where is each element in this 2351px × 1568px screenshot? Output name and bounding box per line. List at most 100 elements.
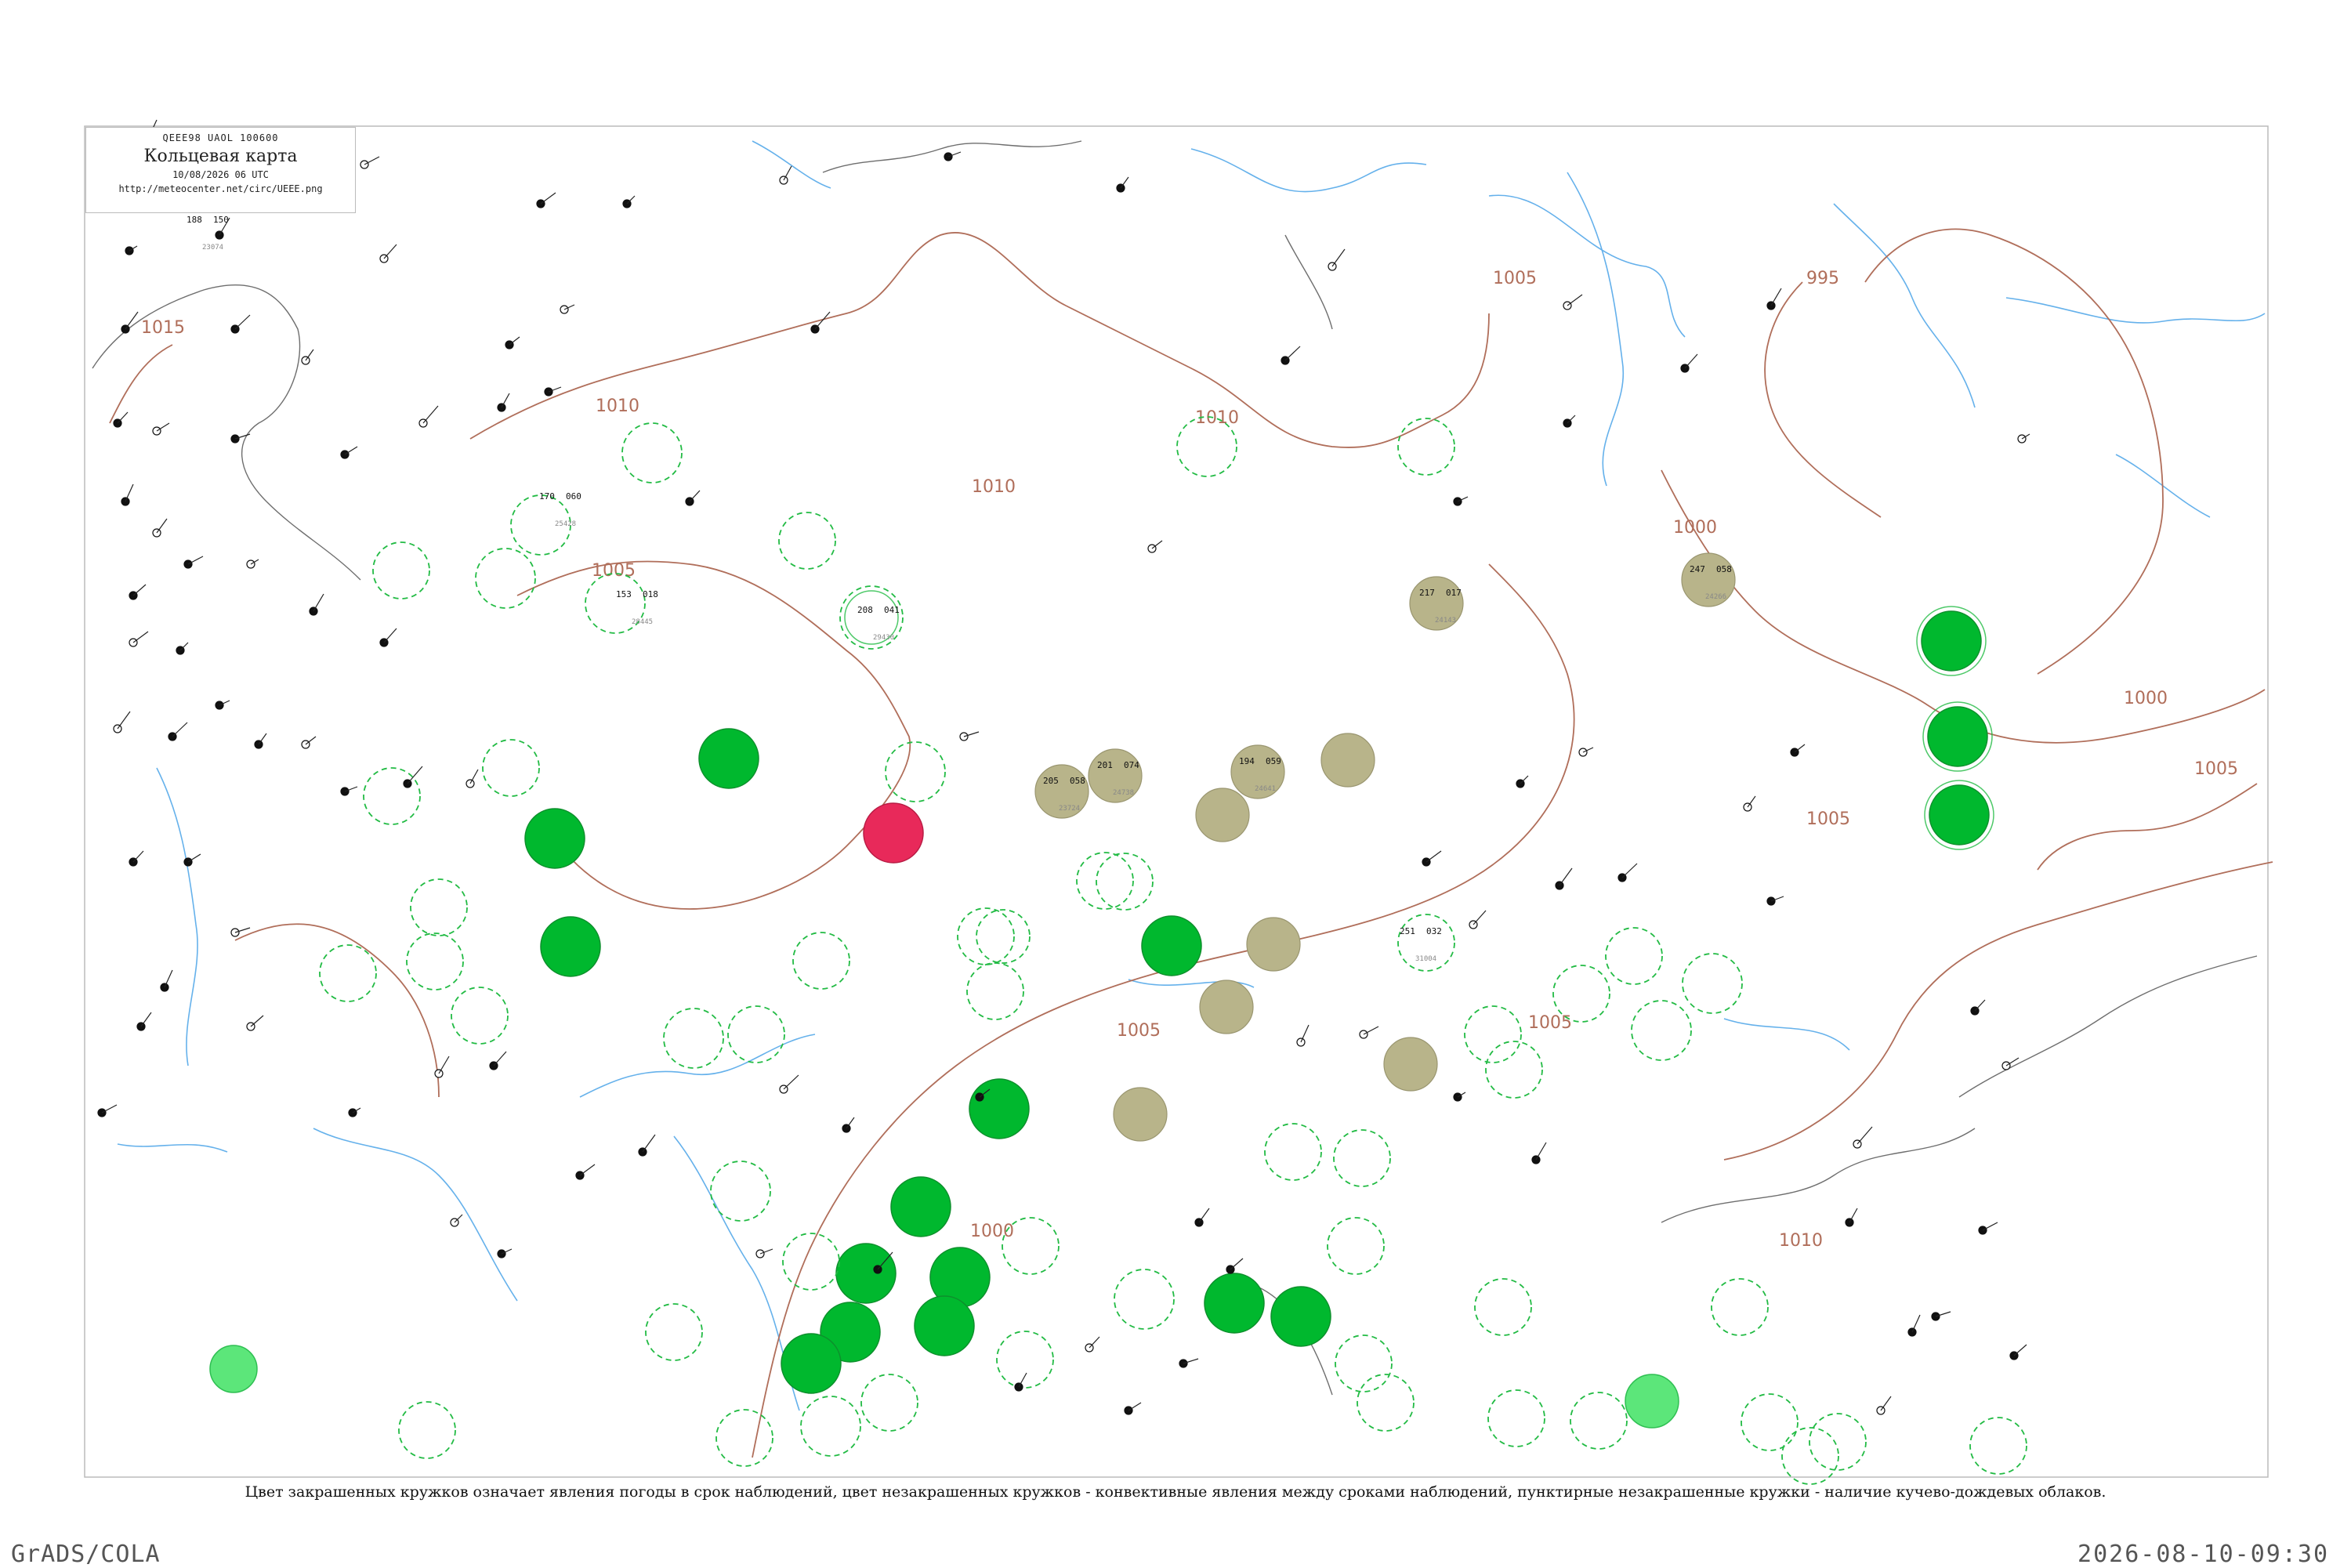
station-temp: 201 bbox=[1097, 760, 1113, 770]
isobar-label: 1005 bbox=[1806, 809, 1850, 829]
cb-ring bbox=[860, 1374, 918, 1432]
wind-shaft bbox=[101, 1104, 118, 1114]
wind-shaft bbox=[117, 711, 131, 730]
station-id: 24266 bbox=[1705, 593, 1726, 601]
isobar-label: 1000 bbox=[970, 1222, 1014, 1241]
station-pressure: 060 bbox=[566, 491, 581, 502]
station-pressure: 150 bbox=[213, 215, 229, 225]
cb-ring bbox=[1076, 852, 1134, 910]
cb-ring bbox=[1397, 418, 1455, 476]
station-temp: 170 bbox=[539, 491, 555, 502]
cb-ring bbox=[482, 739, 540, 797]
precip-circle bbox=[524, 808, 585, 869]
wind-shaft bbox=[1982, 1222, 1998, 1231]
wind-shaft bbox=[422, 405, 439, 424]
cb-ring bbox=[1969, 1417, 2027, 1475]
thunderstorm-circle bbox=[863, 802, 924, 864]
cb-ring bbox=[363, 767, 421, 825]
wind-shaft bbox=[493, 1051, 507, 1066]
wind-shaft bbox=[1857, 1126, 1873, 1145]
wind-shaft bbox=[2013, 1344, 2027, 1356]
cb-ring bbox=[1335, 1334, 1393, 1392]
cb-ring bbox=[475, 548, 536, 609]
station-id: 24143 bbox=[1435, 617, 1456, 625]
wind-shaft bbox=[383, 628, 397, 643]
station-pressure: 058 bbox=[1070, 776, 1085, 786]
wind-shaft bbox=[132, 631, 149, 643]
cb-ring bbox=[645, 1303, 703, 1361]
isobar-label: 1010 bbox=[1195, 408, 1239, 428]
wind-shaft bbox=[642, 1134, 656, 1153]
cb-ring bbox=[782, 1233, 840, 1291]
cb-ring bbox=[1327, 1217, 1385, 1275]
station-id: 24641 bbox=[1255, 785, 1276, 793]
precip-circle bbox=[1927, 706, 1988, 767]
map-url[interactable]: http://meteocenter.net/circ/UEEE.png bbox=[86, 183, 355, 194]
cb-ring bbox=[1809, 1413, 1867, 1471]
isobar-label: 1010 bbox=[972, 477, 1016, 497]
station-id: 23724 bbox=[1059, 805, 1080, 813]
station-pressure: 017 bbox=[1446, 588, 1462, 598]
wind-shaft bbox=[125, 483, 134, 502]
map-title: Кольцевая карта bbox=[143, 147, 298, 166]
light-precip-circle bbox=[1625, 1374, 1679, 1429]
station-temp: 194 bbox=[1239, 756, 1255, 766]
wind-shaft bbox=[383, 244, 397, 259]
cb-ring bbox=[1464, 1005, 1522, 1063]
wind-shaft bbox=[1849, 1208, 1858, 1223]
station-temp: 217 bbox=[1419, 588, 1435, 598]
cb-ring bbox=[1474, 1278, 1532, 1336]
cb-ring bbox=[1357, 1374, 1415, 1432]
isobar-label: 1005 bbox=[2194, 759, 2238, 779]
wind-shaft bbox=[1425, 850, 1442, 863]
wind-shaft bbox=[1567, 294, 1583, 306]
precip-circle bbox=[1929, 784, 1990, 846]
haze-circle bbox=[1246, 917, 1301, 972]
cb-ring bbox=[621, 422, 683, 483]
cb-ring bbox=[663, 1008, 724, 1069]
cb-ring bbox=[1682, 953, 1743, 1014]
station-id: 25428 bbox=[555, 520, 576, 528]
precip-circle bbox=[1270, 1286, 1331, 1347]
station-id: 28445 bbox=[632, 618, 653, 626]
isobar-label: 1005 bbox=[1493, 269, 1537, 288]
map-caption: Цвет закрашенных кружков означает явлени… bbox=[245, 1483, 2106, 1501]
wind-shaft bbox=[132, 584, 147, 596]
wind-shaft bbox=[187, 556, 204, 565]
wind-shaft bbox=[1559, 867, 1573, 886]
wind-shaft bbox=[1974, 999, 1986, 1012]
wind-shaft bbox=[164, 969, 173, 988]
wind-shaft bbox=[313, 593, 324, 612]
station-pressure: 074 bbox=[1124, 760, 1139, 770]
isobar-label: 1000 bbox=[1673, 518, 1717, 538]
light-precip-circle bbox=[209, 1345, 258, 1393]
wind-shaft bbox=[1473, 910, 1487, 925]
cb-ring bbox=[451, 987, 509, 1045]
cb-ring bbox=[406, 932, 464, 990]
cb-ring bbox=[1711, 1278, 1769, 1336]
station-pressure: 058 bbox=[1716, 564, 1732, 574]
map-date: 10/08/2026 06 UTC bbox=[172, 169, 269, 180]
station-temp: 251 bbox=[1400, 926, 1415, 936]
wind-shaft bbox=[783, 165, 792, 181]
station-pressure: 041 bbox=[884, 605, 900, 615]
wind-shaft bbox=[1230, 1258, 1244, 1270]
bulletin-code: QEEE98 UAOL 100600 bbox=[162, 132, 279, 143]
wind-shaft bbox=[438, 1056, 450, 1074]
haze-circle bbox=[1113, 1087, 1168, 1142]
station-id: 23074 bbox=[202, 244, 223, 252]
wind-shaft bbox=[1018, 1372, 1027, 1388]
wind-shaft bbox=[1089, 1336, 1100, 1349]
precip-circle bbox=[890, 1176, 951, 1237]
station-pressure: 059 bbox=[1266, 756, 1281, 766]
wind-shaft bbox=[1535, 1142, 1547, 1161]
wind-shaft bbox=[250, 1015, 264, 1027]
cb-ring bbox=[710, 1161, 771, 1222]
station-id: 31004 bbox=[1415, 955, 1436, 963]
station-circles bbox=[209, 416, 2027, 1485]
wind-shaft bbox=[1331, 248, 1346, 267]
wind-shaft bbox=[689, 490, 701, 502]
wind-shaft bbox=[1198, 1208, 1210, 1223]
wind-shaft bbox=[1284, 346, 1301, 361]
station-temp: 188 bbox=[187, 215, 202, 225]
